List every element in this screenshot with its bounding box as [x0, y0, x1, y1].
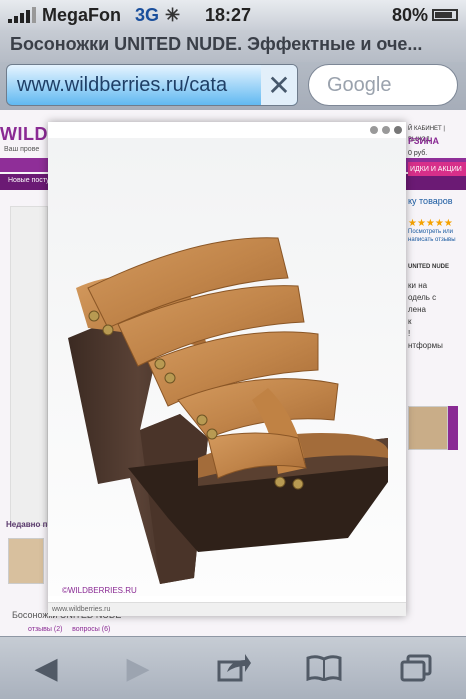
popup-prev-icon[interactable]: [370, 126, 378, 134]
list-link[interactable]: ку товаров: [408, 196, 453, 207]
popup-close-icon[interactable]: [394, 126, 402, 134]
desc-5: нтформы: [408, 341, 443, 350]
recent-thumb[interactable]: [8, 538, 44, 584]
cart-sum: 0 руб.: [408, 150, 428, 157]
clear-url-icon[interactable]: ✕: [261, 65, 297, 105]
nav-new-arrivals[interactable]: Новые посту: [8, 177, 50, 184]
signal-icon: [8, 7, 36, 23]
clock: 18:27: [205, 4, 252, 25]
battery-icon: [432, 9, 458, 21]
site-logo[interactable]: WILD: [0, 124, 48, 145]
popup-next-icon[interactable]: [382, 126, 390, 134]
reviews-link[interactable]: Посмотреть или написать отзывы: [408, 228, 464, 244]
side-scroll-arrow[interactable]: [448, 406, 458, 450]
back-arrow-icon[interactable]: ◀: [26, 651, 66, 685]
product-tabs: отзывы (2) вопросы (6): [28, 626, 110, 633]
share-icon[interactable]: [214, 651, 254, 685]
url-text[interactable]: www.wildberries.ru/cata: [7, 74, 261, 97]
wedge-sandal-image: [48, 138, 406, 596]
network-type: 3G: [135, 4, 160, 25]
forward-arrow-icon[interactable]: ▶: [118, 651, 158, 685]
brand-name: UNITED NUDE: [408, 264, 450, 270]
search-field[interactable]: Google: [308, 64, 458, 106]
desc-4: к: [408, 317, 412, 326]
page-title: Босоножки UNITED NUDE. Эффектные и оче..…: [0, 30, 466, 62]
product-image-bg: [10, 206, 48, 526]
site-subtitle: Ваш прове: [4, 146, 40, 153]
browser-toolbar: ◀ ▶: [0, 636, 466, 699]
status-bar: MegaFon 3G ✳ 18:27 80%: [0, 0, 466, 30]
tab-questions[interactable]: вопросы (6): [72, 626, 110, 633]
tabs-icon[interactable]: [396, 651, 436, 685]
address-bar-row: www.wildberries.ru/cata ✕ Google: [0, 62, 466, 110]
desc-2: одель с: [408, 293, 437, 302]
tab-reviews[interactable]: отзывы (2): [28, 626, 62, 633]
recently-viewed-label: Недавно пр: [6, 520, 53, 529]
sale-button[interactable]: ИДКИ И АКЦИИ: [408, 162, 466, 176]
battery-percent: 80%: [391, 4, 428, 25]
cart-link[interactable]: РЗИНА: [408, 136, 439, 147]
popup-caption: www.wildberries.ru: [48, 602, 406, 616]
url-field[interactable]: www.wildberries.ru/cata ✕: [6, 64, 298, 106]
desc-3: лена: [408, 305, 426, 314]
side-thumb[interactable]: [408, 406, 448, 450]
carrier-name: MegaFon: [42, 4, 121, 25]
bookmarks-icon[interactable]: [304, 651, 344, 685]
desc-1: ки на: [408, 281, 428, 290]
desc-excl: !: [408, 329, 411, 338]
loading-spinner-icon: ✳: [165, 5, 181, 25]
image-watermark: ©WILDBERRIES.RU: [62, 586, 137, 595]
